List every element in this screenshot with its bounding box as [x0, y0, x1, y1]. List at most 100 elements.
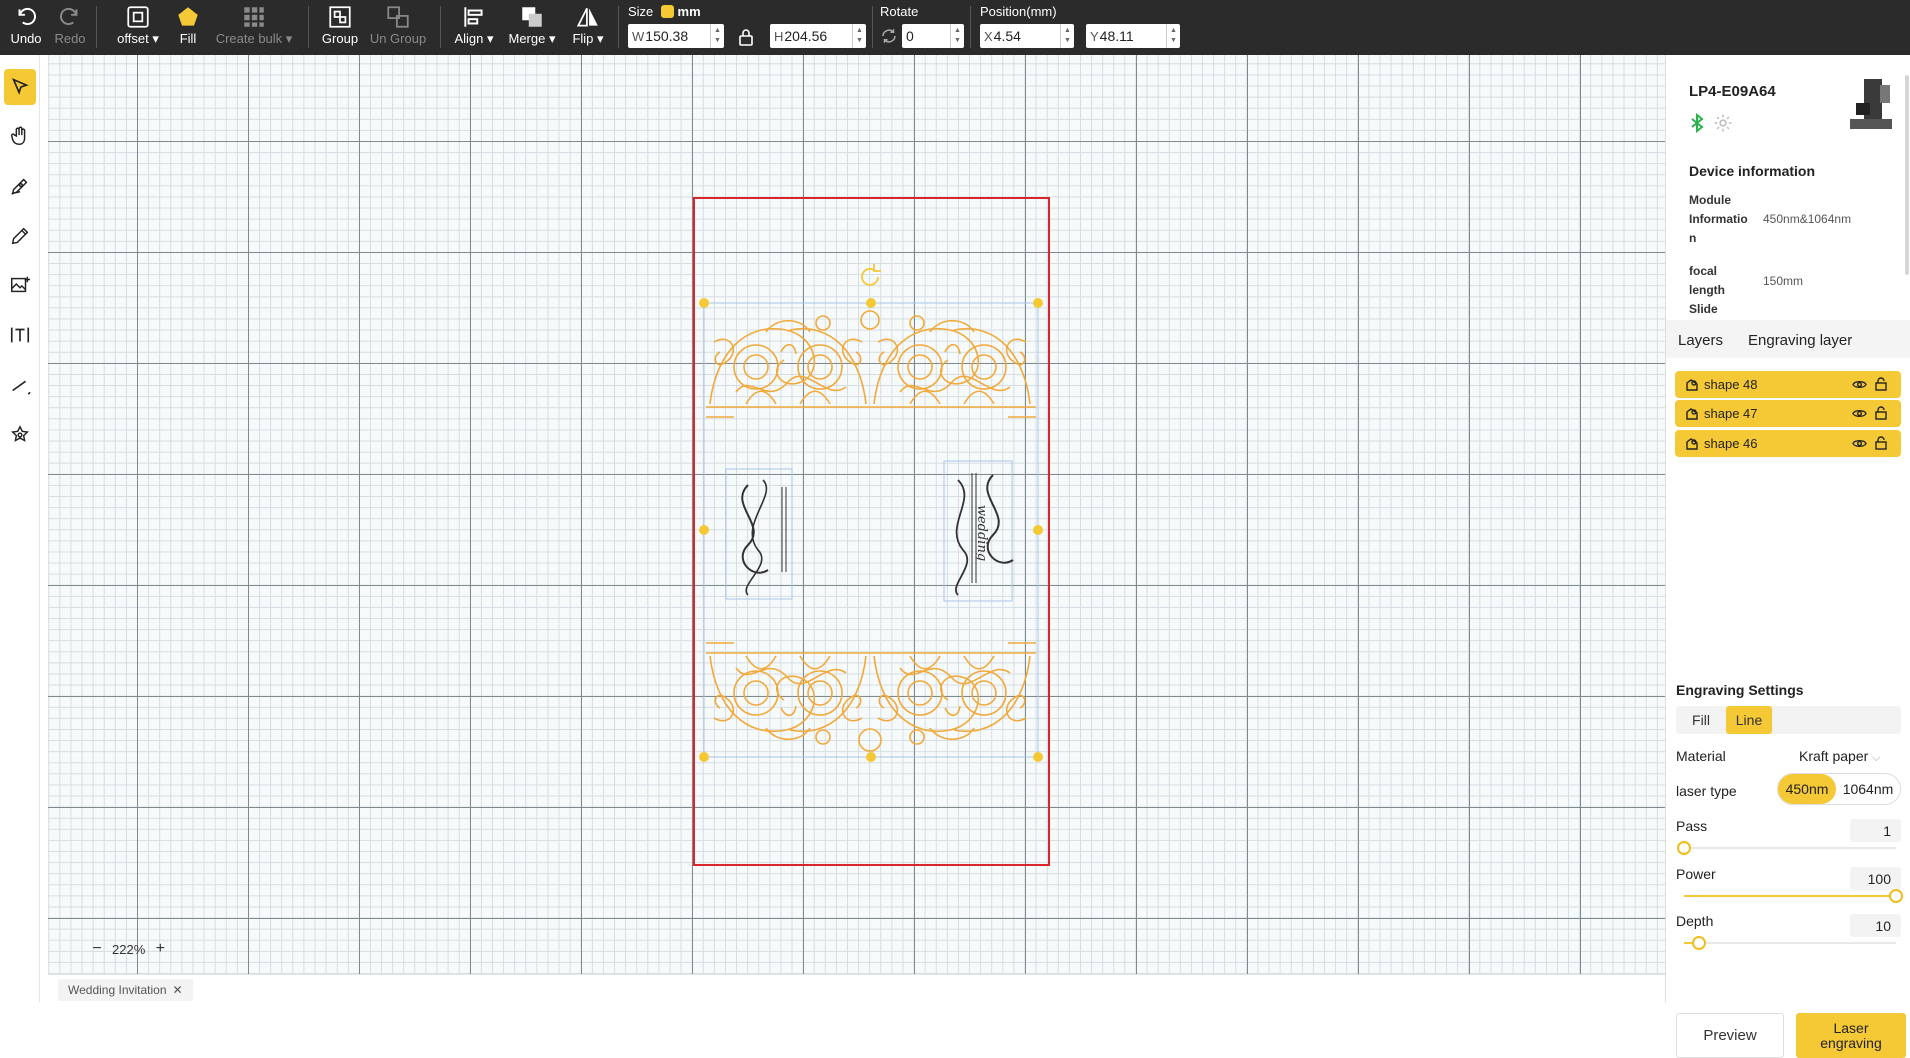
image-icon: [11, 276, 31, 293]
height-input[interactable]: H 204.56 ▲ ▼: [770, 24, 866, 48]
fill-button[interactable]: Fill: [172, 0, 204, 55]
shape-icon: [1686, 379, 1698, 391]
laser-450-button[interactable]: 450nm: [1778, 774, 1836, 804]
laser-engraving-label-1: Laser: [1833, 1019, 1869, 1036]
image-tool[interactable]: [4, 267, 36, 303]
document-tab[interactable]: Wedding Invitation ✕: [58, 979, 193, 1001]
zoom-out-button[interactable]: −: [88, 940, 106, 958]
size-label: Size: [628, 4, 654, 19]
engraving-settings: Engraving Settings Fill Line Material Kr…: [1666, 663, 1910, 1058]
ungroup-button[interactable]: Un Group: [368, 0, 428, 55]
mode-fill-button[interactable]: Fill: [1676, 706, 1726, 734]
select-tool[interactable]: [4, 69, 36, 105]
depth-slider[interactable]: [1684, 936, 1896, 950]
align-label: Align ▾: [454, 31, 494, 46]
zoom-control: − 222% +: [88, 940, 169, 958]
line-icon: [12, 380, 31, 395]
divider: [872, 6, 873, 48]
shapes-tool[interactable]: [4, 417, 36, 453]
layer-item[interactable]: shape 46: [1675, 430, 1901, 457]
shape-icon: [1686, 408, 1698, 420]
group-button[interactable]: Group: [320, 0, 360, 55]
depth-input[interactable]: 10: [1850, 914, 1901, 937]
power-slider[interactable]: [1684, 889, 1903, 903]
pass-input[interactable]: 1: [1850, 819, 1901, 842]
grid-icon: [244, 7, 264, 27]
pass-slider-knob[interactable]: [1677, 841, 1691, 855]
redo-button[interactable]: Redo: [52, 0, 88, 55]
create-bulk-label: Create bulk ▾: [215, 31, 293, 46]
material-select[interactable]: Kraft paper ⌵: [1799, 748, 1881, 765]
redo-label: Redo: [54, 31, 86, 46]
offset-label: offset ▾: [117, 31, 159, 46]
hand-tool[interactable]: [4, 118, 36, 154]
ungroup-label: Un Group: [369, 31, 427, 46]
pass-slider[interactable]: [1677, 841, 1896, 855]
tab-engraving-layer[interactable]: Engraving layer: [1748, 332, 1852, 349]
flip-icon: [576, 7, 598, 27]
depth-slider-knob[interactable]: [1691, 936, 1706, 950]
power-input[interactable]: 100: [1850, 867, 1901, 890]
layer-name: shape 47: [1704, 406, 1758, 421]
zoom-in-button[interactable]: +: [151, 940, 169, 958]
close-icon[interactable]: ✕: [173, 983, 183, 997]
rotate-input[interactable]: 0 ▲ ▼: [902, 24, 964, 48]
text-tool[interactable]: [4, 317, 36, 353]
pen-tool[interactable]: [4, 168, 36, 204]
create-bulk-button[interactable]: Create bulk ▾: [214, 0, 294, 55]
selection-handles[interactable]: [699, 298, 1043, 762]
bluetooth-icon[interactable]: [1690, 112, 1704, 134]
position-label: Position(mm): [980, 4, 1057, 19]
laser-engraving-button[interactable]: Laser engraving: [1796, 1013, 1906, 1058]
laser-type-toggle: 450nm 1064nm: [1777, 773, 1901, 805]
ornament-bottom: [706, 642, 1036, 752]
y-input[interactable]: Y 48.11 ▲ ▼: [1086, 24, 1180, 48]
eye-icon[interactable]: [1852, 378, 1867, 391]
layer-item[interactable]: shape 48: [1675, 371, 1901, 398]
width-input[interactable]: W 150.38 ▲ ▼: [628, 24, 724, 48]
design-canvas[interactable]: wedding: [48, 55, 1665, 974]
line-tool[interactable]: [4, 367, 36, 403]
y-stepper[interactable]: ▲ ▼: [1166, 24, 1180, 48]
eye-icon[interactable]: [1852, 437, 1867, 450]
laser-1064-button[interactable]: 1064nm: [1836, 774, 1900, 804]
x-prefix: X: [984, 28, 993, 44]
rotate-handle-icon[interactable]: [861, 264, 881, 286]
ornament-top: [706, 310, 1036, 418]
width-stepper[interactable]: ▲ ▼: [710, 24, 724, 48]
height-stepper[interactable]: ▲ ▼: [852, 24, 866, 48]
redo-icon: [60, 7, 78, 25]
document-tabbar: Wedding Invitation ✕: [48, 974, 1665, 1002]
flip-button[interactable]: Flip ▾: [568, 0, 608, 55]
size-group: Size mm: [628, 4, 701, 19]
offset-button[interactable]: offset ▾: [112, 0, 164, 55]
tab-layers[interactable]: Layers: [1678, 332, 1723, 349]
lock-icon[interactable]: [1875, 406, 1887, 420]
document-tab-label: Wedding Invitation: [68, 983, 167, 997]
mode-line-button[interactable]: Line: [1726, 706, 1772, 734]
pen-icon: [11, 178, 28, 195]
x-input[interactable]: X 4.54 ▲ ▼: [980, 24, 1074, 48]
lock-icon[interactable]: [1875, 377, 1887, 391]
lock-icon[interactable]: [1875, 436, 1887, 450]
layers-list: shape 48 shape 47 shape 46: [1666, 358, 1910, 663]
eye-icon[interactable]: [1852, 407, 1867, 420]
gear-icon[interactable]: [1713, 113, 1733, 133]
merge-button[interactable]: Merge ▾: [506, 0, 558, 55]
preview-button[interactable]: Preview: [1676, 1013, 1784, 1058]
x-value: 4.54: [993, 28, 1021, 44]
x-stepper[interactable]: ▲ ▼: [1060, 24, 1074, 48]
layer-item[interactable]: shape 47: [1675, 400, 1901, 427]
pencil-tool[interactable]: [4, 218, 36, 254]
lock-ratio-icon[interactable]: [738, 27, 754, 47]
monogram-right: wedding: [943, 460, 1014, 602]
device-scrollbar[interactable]: [1905, 75, 1909, 275]
material-value: Kraft paper: [1799, 748, 1869, 764]
undo-button[interactable]: Undo: [8, 0, 44, 55]
power-slider-knob[interactable]: [1889, 889, 1903, 903]
flip-label: Flip ▾: [572, 31, 604, 46]
height-value: 204.56: [784, 28, 828, 44]
align-button[interactable]: Align ▾: [452, 0, 496, 55]
rotate-stepper[interactable]: ▲ ▼: [950, 24, 964, 48]
unit-toggle[interactable]: [660, 5, 674, 18]
